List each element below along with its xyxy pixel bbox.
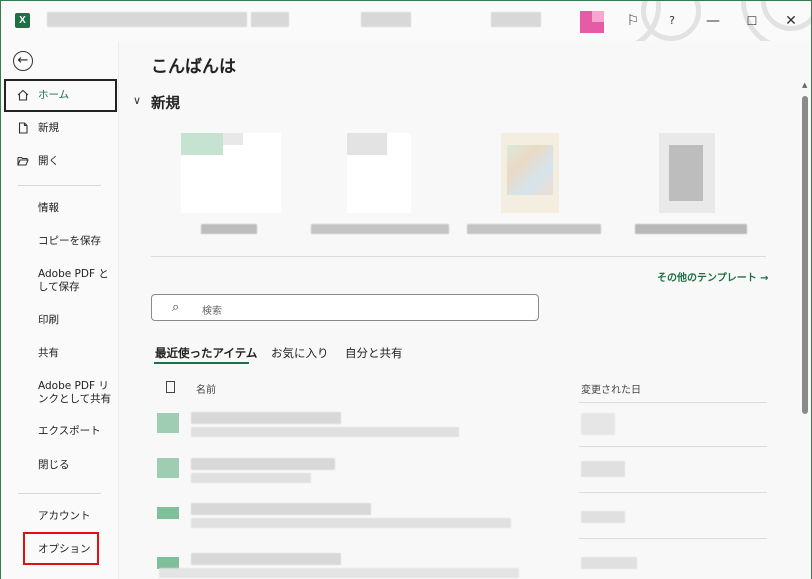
table-row-path — [191, 518, 511, 528]
template-label — [311, 224, 449, 234]
table-row-date — [581, 557, 637, 569]
page-title: こんばんは — [151, 57, 236, 77]
vertical-scrollbar[interactable]: ▲ — [799, 41, 811, 579]
template-thumbnail[interactable] — [181, 133, 281, 213]
template-thumbnail[interactable] — [659, 133, 715, 213]
active-tab-underline — [154, 362, 249, 364]
table-row-date — [581, 511, 625, 523]
template-label — [201, 224, 257, 234]
backstage-sidebar: ← ホーム 新規 開く 情報 コピーを保存 Adobe PDF と して保存 印… — [1, 41, 119, 579]
template-label — [467, 224, 601, 234]
sidebar-item-label: オプション — [38, 543, 91, 555]
search-icon: ⌕ — [172, 300, 180, 315]
table-row[interactable] — [191, 553, 341, 565]
blurred-title — [47, 12, 247, 27]
document-icon — [166, 381, 175, 393]
column-header-modified: 変更された日 — [581, 385, 641, 396]
row-divider — [579, 446, 767, 447]
blurred-title — [251, 12, 289, 27]
sidebar-item-label: エクスポート — [38, 425, 101, 437]
row-divider — [579, 402, 767, 403]
blurred-title — [361, 12, 411, 27]
sidebar-item-label: 情報 — [38, 202, 59, 214]
new-file-icon — [18, 122, 28, 134]
search-input[interactable]: ⌕ 検索 — [151, 294, 539, 321]
column-header-name: 名前 — [196, 385, 216, 396]
search-placeholder: 検索 — [202, 306, 222, 317]
excel-file-icon — [157, 507, 179, 519]
close-button[interactable]: ✕ — [778, 9, 804, 33]
table-row[interactable] — [191, 412, 341, 424]
sidebar-divider — [18, 185, 101, 186]
maximize-button[interactable]: ☐ — [739, 9, 765, 33]
excel-window: X ⚐ ? — ☐ ✕ ← ホーム 新規 開く 情報 コピーを保存 Adobe … — [0, 0, 812, 579]
new-section-title: 新規 — [151, 96, 180, 112]
table-row-path — [191, 473, 311, 483]
tab-shared[interactable]: 自分と共有 — [345, 345, 403, 361]
sidebar-item-label: アカウント — [38, 510, 91, 522]
template-thumbnail[interactable] — [501, 133, 559, 213]
sidebar-item-label: コピーを保存 — [38, 235, 101, 247]
row-divider — [579, 492, 767, 493]
more-templates-link[interactable]: その他のテンプレート → — [657, 269, 769, 284]
row-divider — [579, 538, 767, 539]
template-label — [635, 224, 747, 234]
table-row-date — [581, 461, 625, 477]
table-row-date — [581, 413, 615, 435]
home-pane: こんばんは ∨ 新規 その他のテンプレート → ⌕ 検索 最近使ったアイテム お — [119, 41, 799, 579]
table-row[interactable] — [191, 503, 371, 515]
avatar[interactable] — [580, 11, 604, 33]
back-arrow-icon[interactable]: ← — [13, 51, 33, 71]
sidebar-item-label: 印刷 — [38, 314, 59, 326]
home-icon — [17, 89, 29, 101]
chevron-down-icon[interactable]: ∨ — [133, 94, 141, 107]
folder-open-icon — [17, 156, 29, 166]
scrollbar-thumb[interactable] — [802, 96, 808, 414]
sidebar-item-label: 新規 — [38, 122, 59, 134]
sidebar-item-label: ホーム — [38, 89, 70, 101]
sidebar-item-label: 開く — [38, 155, 59, 167]
title-bar: X ⚐ ? — ☐ ✕ — [1, 1, 811, 41]
excel-file-icon — [157, 458, 179, 478]
sidebar-divider — [18, 493, 101, 494]
sidebar-item-label: 共有 — [38, 347, 59, 359]
feedback-icon[interactable]: ⚐ — [620, 9, 646, 33]
excel-file-icon — [157, 413, 179, 433]
help-button[interactable]: ? — [659, 9, 685, 33]
template-thumbnail[interactable] — [347, 133, 411, 213]
tab-favorites[interactable]: お気に入り — [271, 345, 329, 361]
table-row-path — [191, 427, 459, 437]
blurred-title — [491, 12, 541, 27]
section-divider — [151, 256, 766, 257]
excel-icon: X — [15, 13, 30, 28]
sidebar-item-label: 閉じる — [38, 459, 70, 471]
scroll-up-icon[interactable]: ▲ — [802, 81, 807, 89]
sidebar-item-label: Adobe PDF と して保存 — [38, 268, 109, 293]
table-row[interactable] — [191, 458, 335, 470]
minimize-button[interactable]: — — [700, 9, 726, 33]
table-row-path — [159, 568, 519, 578]
tab-recent[interactable]: 最近使ったアイテム — [155, 345, 257, 361]
sidebar-item-label: Adobe PDF リ ンクとして共有 — [38, 380, 112, 405]
